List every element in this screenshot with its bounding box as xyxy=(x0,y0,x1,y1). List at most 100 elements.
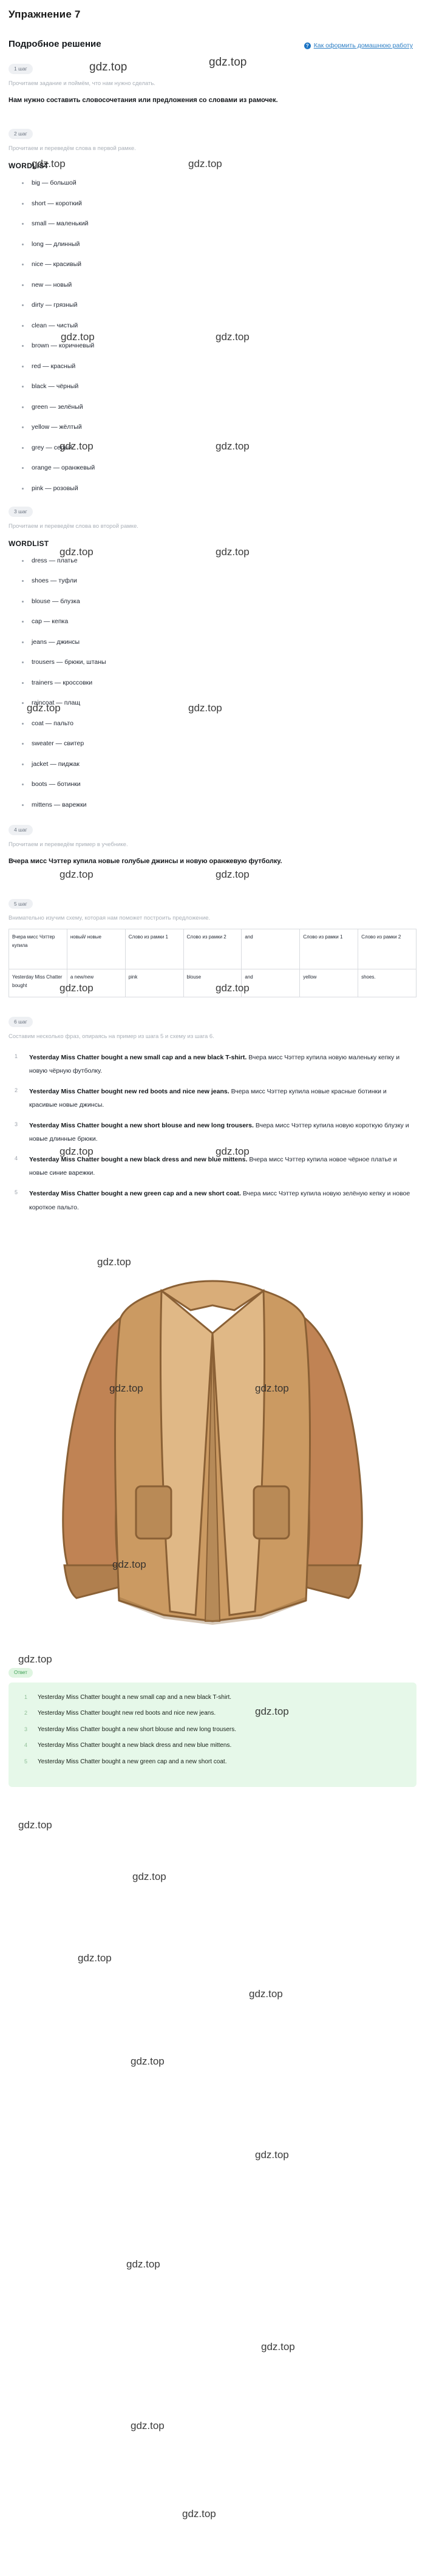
list-item: small — маленький xyxy=(22,220,416,227)
step-5-badge: 5 шаг xyxy=(8,898,33,909)
list-item: nice — красивый xyxy=(22,261,416,268)
list-item: black — чёрный xyxy=(22,383,416,390)
solution-page: Упражнение 7 Подробное решение ? Как офо… xyxy=(0,9,425,1788)
table-cell: and xyxy=(241,929,301,970)
table-cell: Слово из рамки 1 xyxy=(299,929,359,970)
phrase-item: Yesterday Miss Chatter bought a new shor… xyxy=(15,1119,416,1146)
answer-item: Yesterday Miss Chatter bought new red bo… xyxy=(24,1707,216,1719)
wordlist-2: dress — платье shoes — туфли blouse — блуз… xyxy=(8,558,416,808)
table-cell: shoes. xyxy=(358,969,416,998)
phrase-english: Yesterday Miss Chatter bought new red bo… xyxy=(29,1088,229,1096)
list-item: short — короткий xyxy=(22,200,416,207)
step-4-body: Вчера мисс Чэттер купила новые голубые д… xyxy=(8,858,282,866)
answer-item: Yesterday Miss Chatter bought a new blac… xyxy=(24,1739,232,1751)
list-item: yellow — жёлтый xyxy=(22,424,416,431)
phrase-item: Yesterday Miss Chatter bought a new smal… xyxy=(15,1051,416,1078)
step-1-subtitle: Прочитаем задание и поймём, что нам нужн… xyxy=(8,80,155,87)
list-item: trousers — брюки, штаны xyxy=(22,659,416,666)
table-cell: Yesterday Miss Chatter bought xyxy=(8,969,67,998)
list-item: coat — пальто xyxy=(22,720,416,727)
phrase-english: Yesterday Miss Chatter bought a new smal… xyxy=(29,1054,247,1062)
list-item: jacket — пиджак xyxy=(22,761,416,768)
step-3-section: 3 шаг Прочитаем и переведём слова во вто… xyxy=(8,505,416,808)
table-cell: Слово из рамки 2 xyxy=(358,929,416,970)
phrase-list: Yesterday Miss Chatter bought a new smal… xyxy=(8,1051,416,1214)
list-item: jeans — джинсы xyxy=(22,639,416,646)
table-cell: новый/ новые xyxy=(66,929,126,970)
table-cell: yellow xyxy=(299,969,359,998)
step-1-section: 1 шаг Прочитаем задание и поймём, что на… xyxy=(8,63,416,107)
answer-item: Yesterday Miss Chatter bought a new gree… xyxy=(24,1755,227,1768)
watermark: gdz.top xyxy=(261,2341,295,2352)
watermark: gdz.top xyxy=(126,2258,160,2270)
step-2-subtitle: Прочитаем и переведём слова в первой рам… xyxy=(8,145,136,152)
list-item: shoes — туфли xyxy=(22,578,416,584)
step-4-badge: 4 шаг xyxy=(8,825,33,835)
watermark: gdz.top xyxy=(131,2055,165,2067)
watermark: gdz.top xyxy=(18,1819,52,1831)
answer-box: Yesterday Miss Chatter bought a new smal… xyxy=(8,1682,416,1788)
phrase-item: Yesterday Miss Chatter bought new red bo… xyxy=(15,1085,416,1112)
list-item: red — красный xyxy=(22,363,416,370)
solution-header-row: Подробное решение ? Как оформить домашню… xyxy=(8,39,416,49)
step-4-section: 4 шаг Прочитаем и переведём пример в уче… xyxy=(8,824,416,868)
list-item: orange — оранжевый xyxy=(22,465,416,471)
coat-illustration xyxy=(42,1225,382,1650)
watermark: gdz.top xyxy=(132,1871,166,1882)
phrase-item: Yesterday Miss Chatter bought a new blac… xyxy=(15,1153,416,1180)
table-cell: and xyxy=(241,969,301,998)
phrase-english: Yesterday Miss Chatter bought a new gree… xyxy=(29,1190,241,1198)
table-cell: a new/new xyxy=(66,969,126,998)
table-row: Вчера мисс Чэттер купила новый/ новые Слов… xyxy=(8,929,416,970)
answer-section: Ответ Yesterday Miss Chatter bought a ne… xyxy=(8,1666,416,1788)
step-6-badge: 6 шаг xyxy=(8,1017,33,1027)
list-item: dirty — грязный xyxy=(22,302,416,309)
step-5-section: 5 шаг Внимательно изучим схему, которая … xyxy=(8,898,416,998)
list-item: big — большой xyxy=(22,180,416,186)
watermark: gdz.top xyxy=(249,1988,283,2000)
list-item: raincoat — плащ xyxy=(22,700,416,706)
step-6-section: 6 шаг Составим несколько фраз, опираясь … xyxy=(8,1016,416,1214)
sentence-scheme-table: Вчера мисс Чэттер купила новый/ новые Слов… xyxy=(8,929,416,998)
list-item: green — зелёный xyxy=(22,404,416,411)
step-1-body: Нам нужно составить словосочетания или п… xyxy=(8,96,278,104)
step-1-badge: 1 шаг xyxy=(8,64,33,74)
step-2-section: 2 шаг Прочитаем и переведём слова в перв… xyxy=(8,128,416,491)
list-item: grey — серый xyxy=(22,445,416,451)
table-cell: Слово из рамки 2 xyxy=(183,929,242,970)
list-item: new — новый xyxy=(22,282,416,289)
table-cell: blouse xyxy=(183,969,242,998)
list-item: blouse — блузка xyxy=(22,598,416,605)
list-item: boots — ботинки xyxy=(22,781,416,788)
list-item: long — длинный xyxy=(22,241,416,248)
list-item: dress — платье xyxy=(22,558,416,564)
list-item: clean — чистый xyxy=(22,323,416,329)
list-item: trainers — кроссовки xyxy=(22,680,416,686)
answer-badge: Ответ xyxy=(8,1667,33,1678)
list-item: cap — кепка xyxy=(22,618,416,625)
step-5-subtitle: Внимательно изучим схему, которая нам по… xyxy=(8,915,211,922)
step-2-badge: 2 шаг xyxy=(8,129,33,139)
question-mark-icon: ? xyxy=(304,42,311,49)
phrase-english: Yesterday Miss Chatter bought a new shor… xyxy=(29,1122,254,1130)
watermark: gdz.top xyxy=(131,2420,165,2431)
homework-howto-label: Как оформить домашнюю работу xyxy=(313,42,413,49)
wordlist-2-title: WORDLIST xyxy=(8,539,49,548)
list-item: pink — розовый xyxy=(22,485,416,492)
table-cell: Вчера мисс Чэттер купила xyxy=(8,929,67,970)
wordlist-1-title: WORDLIST xyxy=(8,162,49,171)
wordlist-1: big — большой short — короткий small — мал… xyxy=(8,180,416,491)
phrase-english: Yesterday Miss Chatter bought a new blac… xyxy=(29,1156,248,1164)
homework-howto-link[interactable]: ? Как оформить домашнюю работу xyxy=(304,42,416,49)
answer-item: Yesterday Miss Chatter bought a new smal… xyxy=(24,1691,232,1703)
watermark: gdz.top xyxy=(78,1952,112,1964)
solution-heading: Подробное решение xyxy=(8,39,101,49)
list-item: sweater — свитер xyxy=(22,740,416,747)
step-6-subtitle: Составим несколько фраз, опираясь на при… xyxy=(8,1033,214,1040)
list-item: brown — коричневый xyxy=(22,343,416,349)
watermark: gdz.top xyxy=(255,2149,289,2161)
table-row: Yesterday Miss Chatter bought a new/new pi… xyxy=(8,969,416,998)
step-3-badge: 3 шаг xyxy=(8,507,33,517)
phrase-item: Yesterday Miss Chatter bought a new gree… xyxy=(15,1187,416,1214)
table-cell: pink xyxy=(124,969,184,998)
